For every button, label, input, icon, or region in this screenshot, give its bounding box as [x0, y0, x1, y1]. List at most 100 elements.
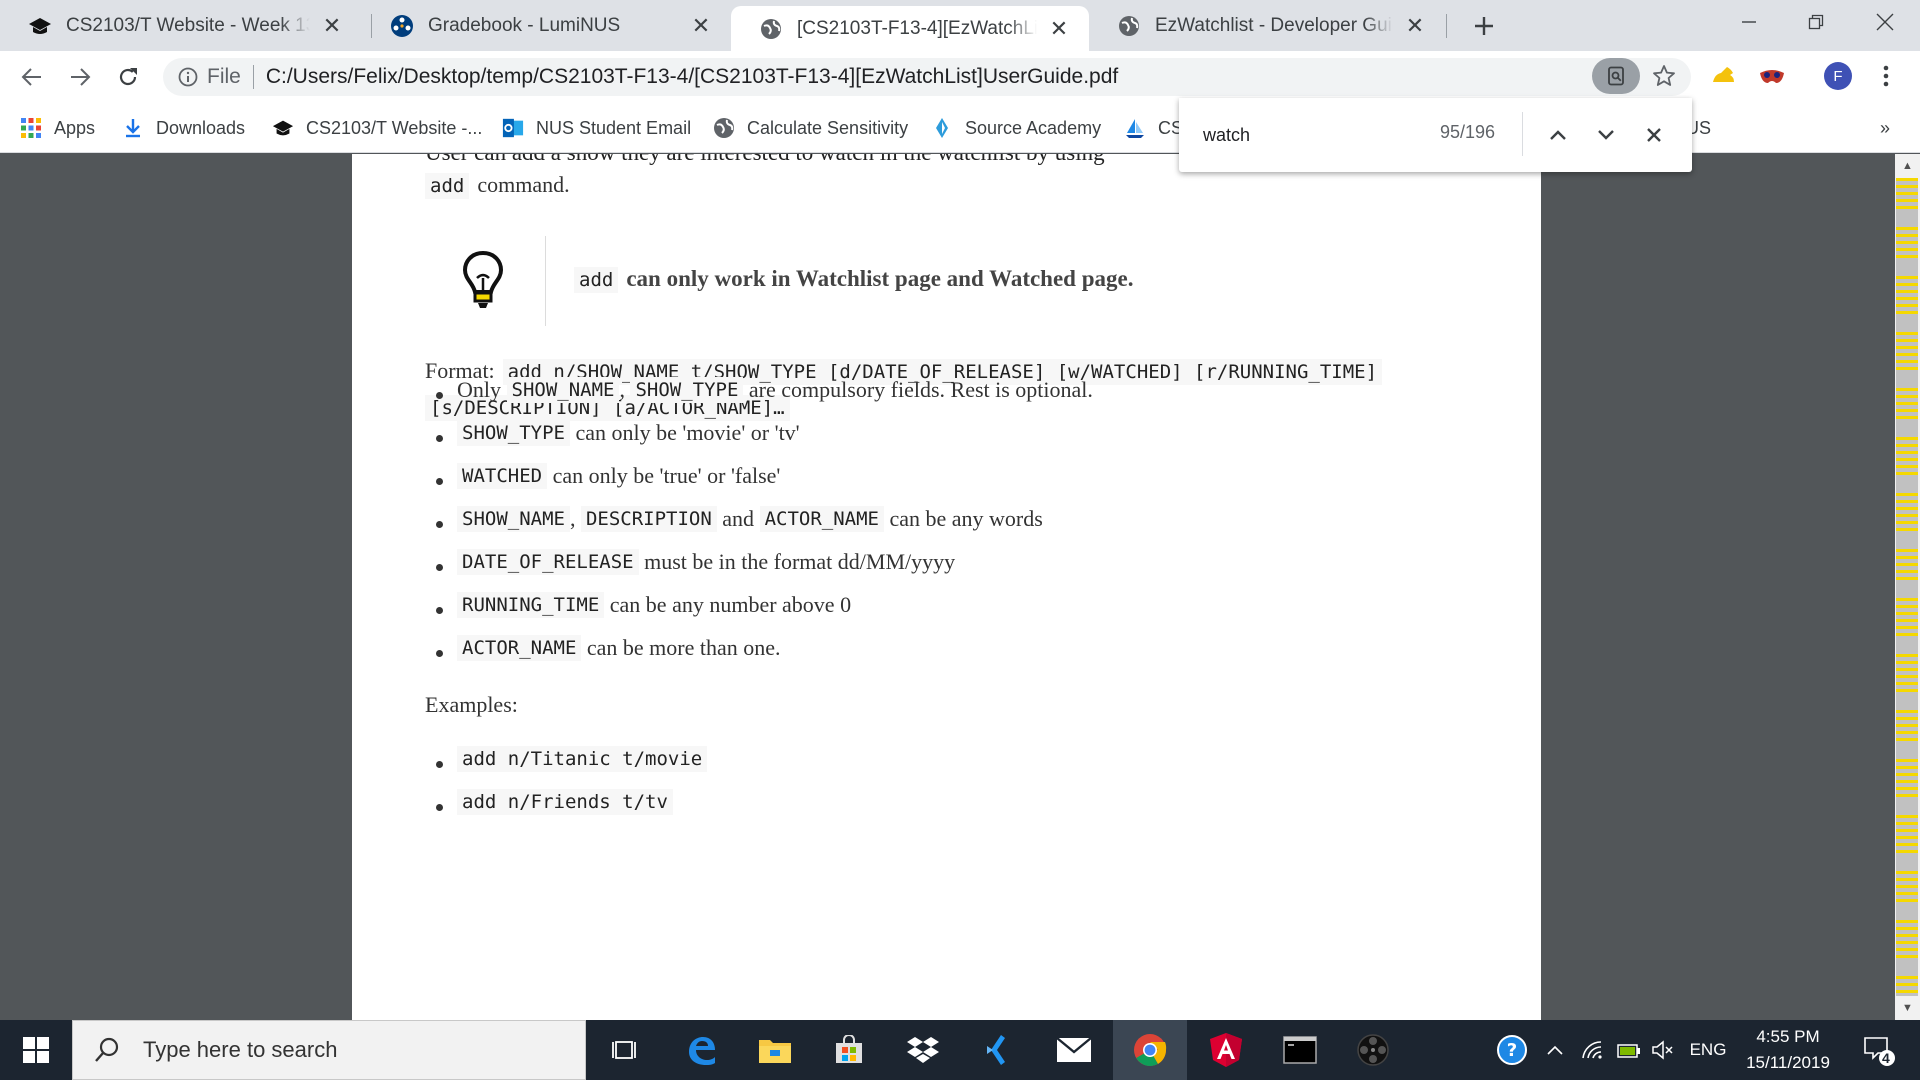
- dropbox-icon[interactable]: [886, 1020, 960, 1080]
- language-indicator[interactable]: ENG: [1684, 1020, 1732, 1080]
- url-text[interactable]: C:/Users/Felix/Desktop/temp/CS2103T-F13-…: [266, 65, 1118, 89]
- find-marker: [1896, 668, 1918, 671]
- bookmark-calculate-sensitivity[interactable]: Calculate Sensitivity: [713, 103, 908, 153]
- bookmark-star-icon[interactable]: [1648, 60, 1680, 92]
- forward-button[interactable]: [62, 59, 98, 95]
- bookmark-downloads[interactable]: Downloads: [122, 103, 245, 153]
- find-marker: [1896, 206, 1918, 209]
- find-marker: [1896, 892, 1918, 895]
- inline-code: ACTOR_NAME: [759, 505, 884, 532]
- tab-cs2103-website[interactable]: CS2103/T Website - Week 13 - Project ✕: [0, 0, 362, 51]
- terminal-icon[interactable]: [1263, 1020, 1337, 1080]
- bookmark-cs2103-website[interactable]: CS2103/T Website -...: [272, 103, 482, 153]
- tip-sentence: can only work in Watchlist page and Watc…: [626, 266, 1134, 291]
- tab-divider: [1446, 14, 1447, 38]
- bookmark-apps[interactable]: Apps: [20, 103, 95, 153]
- reload-button[interactable]: [110, 59, 146, 95]
- store-icon[interactable]: [812, 1020, 886, 1080]
- taskbar-search[interactable]: Type here to search: [72, 1020, 586, 1080]
- bullet-text: can only be 'movie' or 'tv': [569, 419, 800, 445]
- profile-avatar[interactable]: F: [1822, 60, 1854, 92]
- arrow-right-icon: [71, 68, 91, 86]
- find-marker: [1896, 766, 1918, 769]
- find-marker: [1896, 353, 1918, 356]
- back-button[interactable]: [14, 59, 50, 95]
- find-marker: [1896, 955, 1918, 958]
- file-explorer-icon[interactable]: [738, 1020, 812, 1080]
- find-marker: [1896, 241, 1918, 244]
- tab-title: Gradebook - LumiNUS: [428, 14, 621, 36]
- visual-studio-icon[interactable]: [960, 1020, 1034, 1080]
- close-window-button[interactable]: [1850, 0, 1920, 44]
- tab-title: CS2103/T Website - Week 13 - Project: [66, 14, 310, 36]
- action-center-button[interactable]: 4: [1854, 1020, 1904, 1080]
- tip-divider: [545, 236, 546, 326]
- scroll-up-arrow-icon[interactable]: ▲: [1895, 155, 1920, 177]
- notification-count: 4: [1882, 1050, 1890, 1066]
- inline-code-add: add: [574, 267, 619, 293]
- find-next-button[interactable]: [1589, 118, 1623, 152]
- find-marker: [1896, 934, 1918, 937]
- find-marker: [1896, 493, 1918, 496]
- taskbar-clock[interactable]: 4:55 PM 15/11/2019: [1740, 1024, 1836, 1076]
- bullet-text: can be any words: [883, 505, 1043, 531]
- scroll-down-arrow-icon[interactable]: ▼: [1895, 997, 1920, 1019]
- close-icon[interactable]: ✕: [318, 12, 346, 40]
- list-item: SHOW_TYPE can only be 'movie' or 'tv': [425, 411, 1093, 454]
- restore-button[interactable]: [1781, 0, 1851, 44]
- find-close-button[interactable]: [1637, 118, 1671, 152]
- minimize-button[interactable]: [1714, 0, 1784, 44]
- bookmark-cs[interactable]: CS: [1124, 103, 1183, 153]
- edge-icon[interactable]: [664, 1020, 738, 1080]
- find-marker: [1896, 297, 1918, 300]
- battery-icon[interactable]: [1612, 1020, 1646, 1080]
- bookmark-source-academy[interactable]: Source Academy: [931, 103, 1101, 153]
- tab-title: EzWatchlist - Developer Guide: [1155, 14, 1393, 36]
- find-marker: [1896, 990, 1918, 993]
- find-previous-button[interactable]: [1541, 118, 1575, 152]
- close-icon[interactable]: ✕: [1045, 15, 1073, 43]
- find-input[interactable]: [1203, 120, 1443, 150]
- show-hidden-icons-chevron-icon[interactable]: [1540, 1020, 1570, 1080]
- find-marker: [1896, 920, 1918, 923]
- find-marker: [1896, 507, 1918, 510]
- find-marker: [1896, 500, 1918, 503]
- tab-developer-guide[interactable]: EzWatchlist - Developer Guide ✕: [1089, 0, 1445, 51]
- new-tab-button[interactable]: [1466, 8, 1502, 44]
- extension-mask-icon[interactable]: [1756, 60, 1788, 92]
- film-reel-icon[interactable]: [1336, 1020, 1410, 1080]
- start-button[interactable]: [0, 1020, 72, 1080]
- close-icon[interactable]: ✕: [1401, 12, 1429, 40]
- chrome-icon[interactable]: [1113, 1020, 1187, 1080]
- find-marker: [1896, 829, 1918, 832]
- find-marker: [1896, 332, 1918, 335]
- find-marker: [1896, 731, 1918, 734]
- close-icon[interactable]: ✕: [687, 12, 715, 40]
- inline-code: SHOW_TYPE: [457, 419, 570, 446]
- info-icon[interactable]: [177, 66, 199, 88]
- menu-kebab-icon[interactable]: [1870, 60, 1902, 92]
- source-academy-icon: [931, 117, 953, 139]
- find-marker: [1896, 941, 1918, 944]
- angular-icon[interactable]: [1189, 1020, 1263, 1080]
- wifi-icon[interactable]: [1576, 1020, 1610, 1080]
- find-marker: [1896, 255, 1918, 258]
- find-in-page-indicator[interactable]: [1592, 58, 1640, 94]
- mail-icon[interactable]: [1037, 1020, 1111, 1080]
- volume-muted-icon[interactable]: [1646, 1020, 1680, 1080]
- more-bookmarks-chevron-icon[interactable]: »: [1880, 103, 1890, 153]
- extension-shoe-icon[interactable]: [1708, 60, 1740, 92]
- list-item: add n/Titanic t/movie: [425, 737, 708, 780]
- tab-gradebook-luminus[interactable]: Gradebook - LumiNUS ✕: [362, 0, 731, 51]
- find-marker: [1896, 451, 1918, 454]
- task-view-icon[interactable]: [587, 1020, 661, 1080]
- find-marker: [1896, 633, 1918, 636]
- help-icon[interactable]: ?: [1490, 1020, 1534, 1080]
- bookmark-nus-email[interactable]: NUS Student Email: [502, 103, 691, 153]
- plus-icon: [1475, 17, 1493, 35]
- find-marker: [1896, 178, 1918, 181]
- tab-userguide-pdf[interactable]: [CS2103T-F13-4][EzWatchList]UserGuide.pd…: [731, 6, 1089, 51]
- find-marker: [1896, 885, 1918, 888]
- find-marker: [1896, 570, 1918, 573]
- address-bar[interactable]: File C:/Users/Felix/Desktop/temp/CS2103T…: [163, 58, 1691, 96]
